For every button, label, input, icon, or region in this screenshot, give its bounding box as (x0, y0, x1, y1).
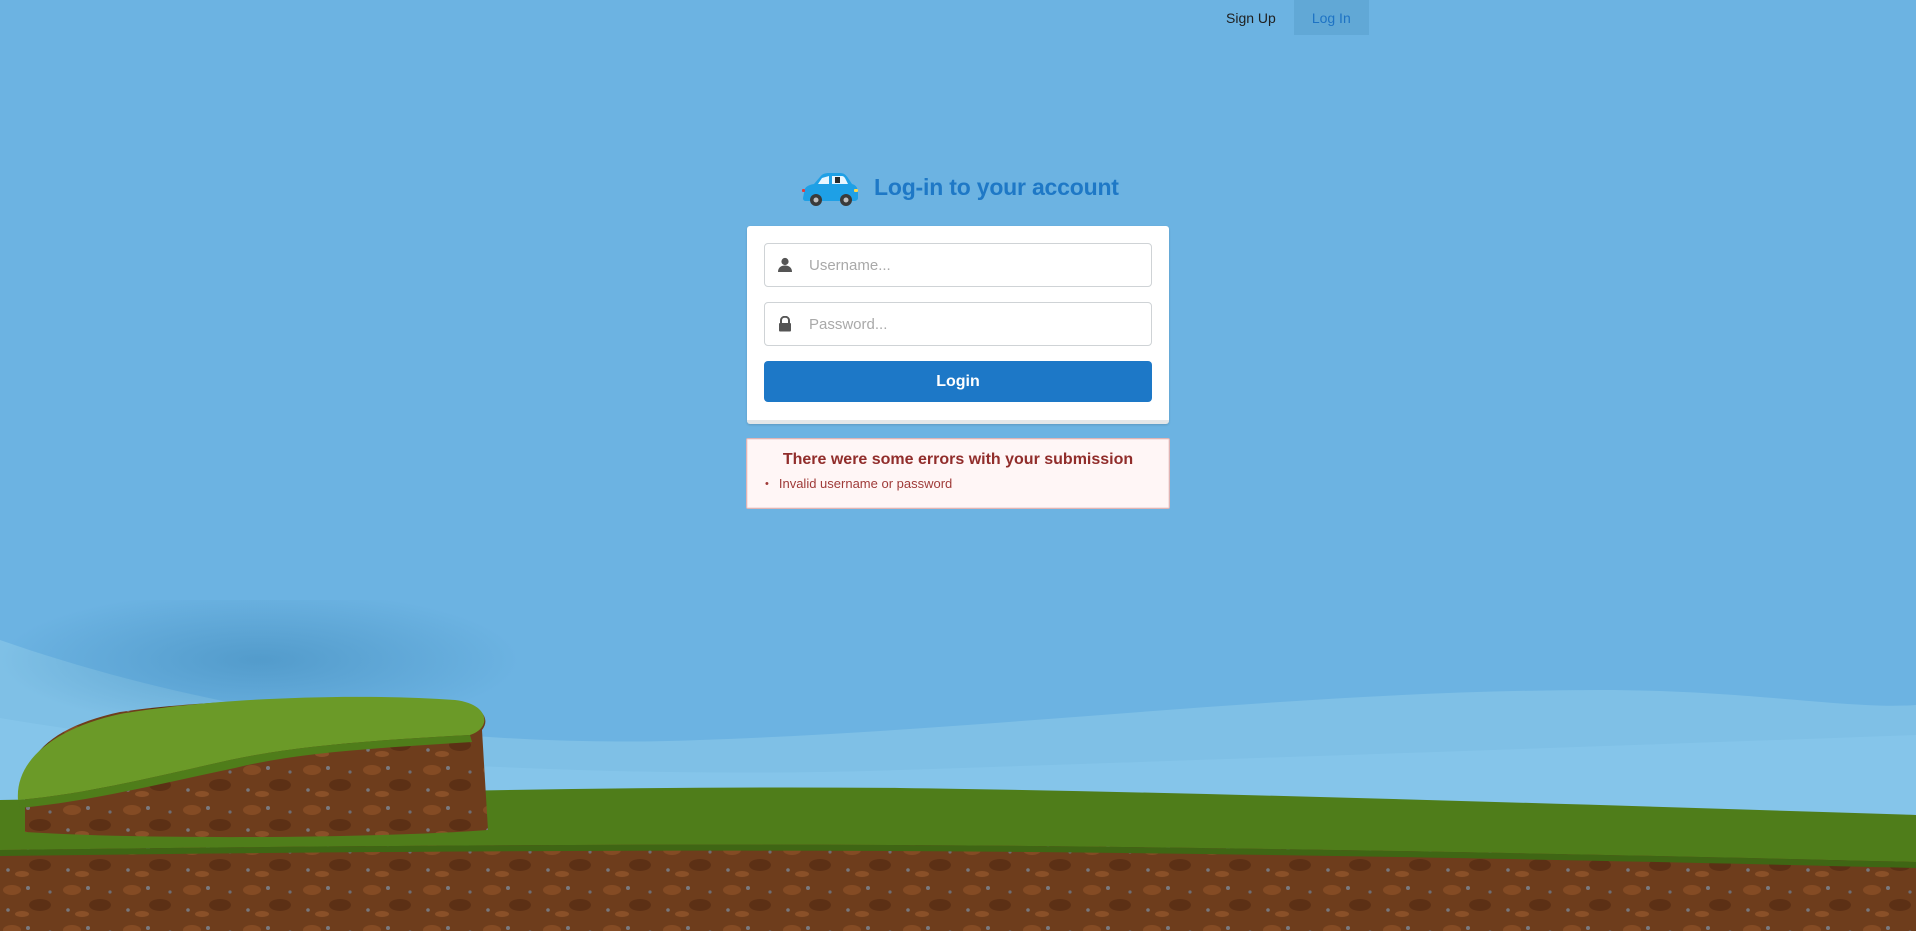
car-icon (802, 173, 858, 206)
top-nav: Sign Up Log In (1208, 0, 1369, 35)
sign-up-link[interactable]: Sign Up (1208, 0, 1294, 35)
bullet-icon: • (765, 477, 769, 490)
error-message: There were some errors with your submiss… (746, 438, 1170, 509)
landscape-background (0, 600, 1916, 931)
user-icon (765, 244, 805, 286)
log-in-link[interactable]: Log In (1293, 0, 1369, 35)
username-field[interactable] (764, 243, 1152, 287)
error-item: • Invalid username or password (765, 476, 952, 491)
error-list: • Invalid username or password (765, 476, 952, 491)
username-input[interactable] (805, 244, 1151, 286)
password-input[interactable] (805, 303, 1151, 345)
password-field[interactable] (764, 302, 1152, 346)
page-title: Log-in to your account (874, 173, 1119, 200)
login-button[interactable]: Login (764, 361, 1152, 402)
login-header: Log-in to your account (798, 165, 1119, 209)
error-item-text: Invalid username or password (778, 476, 953, 491)
error-title: There were some errors with your submiss… (782, 451, 1134, 468)
lock-icon (765, 303, 805, 345)
login-form: Login (747, 226, 1169, 424)
